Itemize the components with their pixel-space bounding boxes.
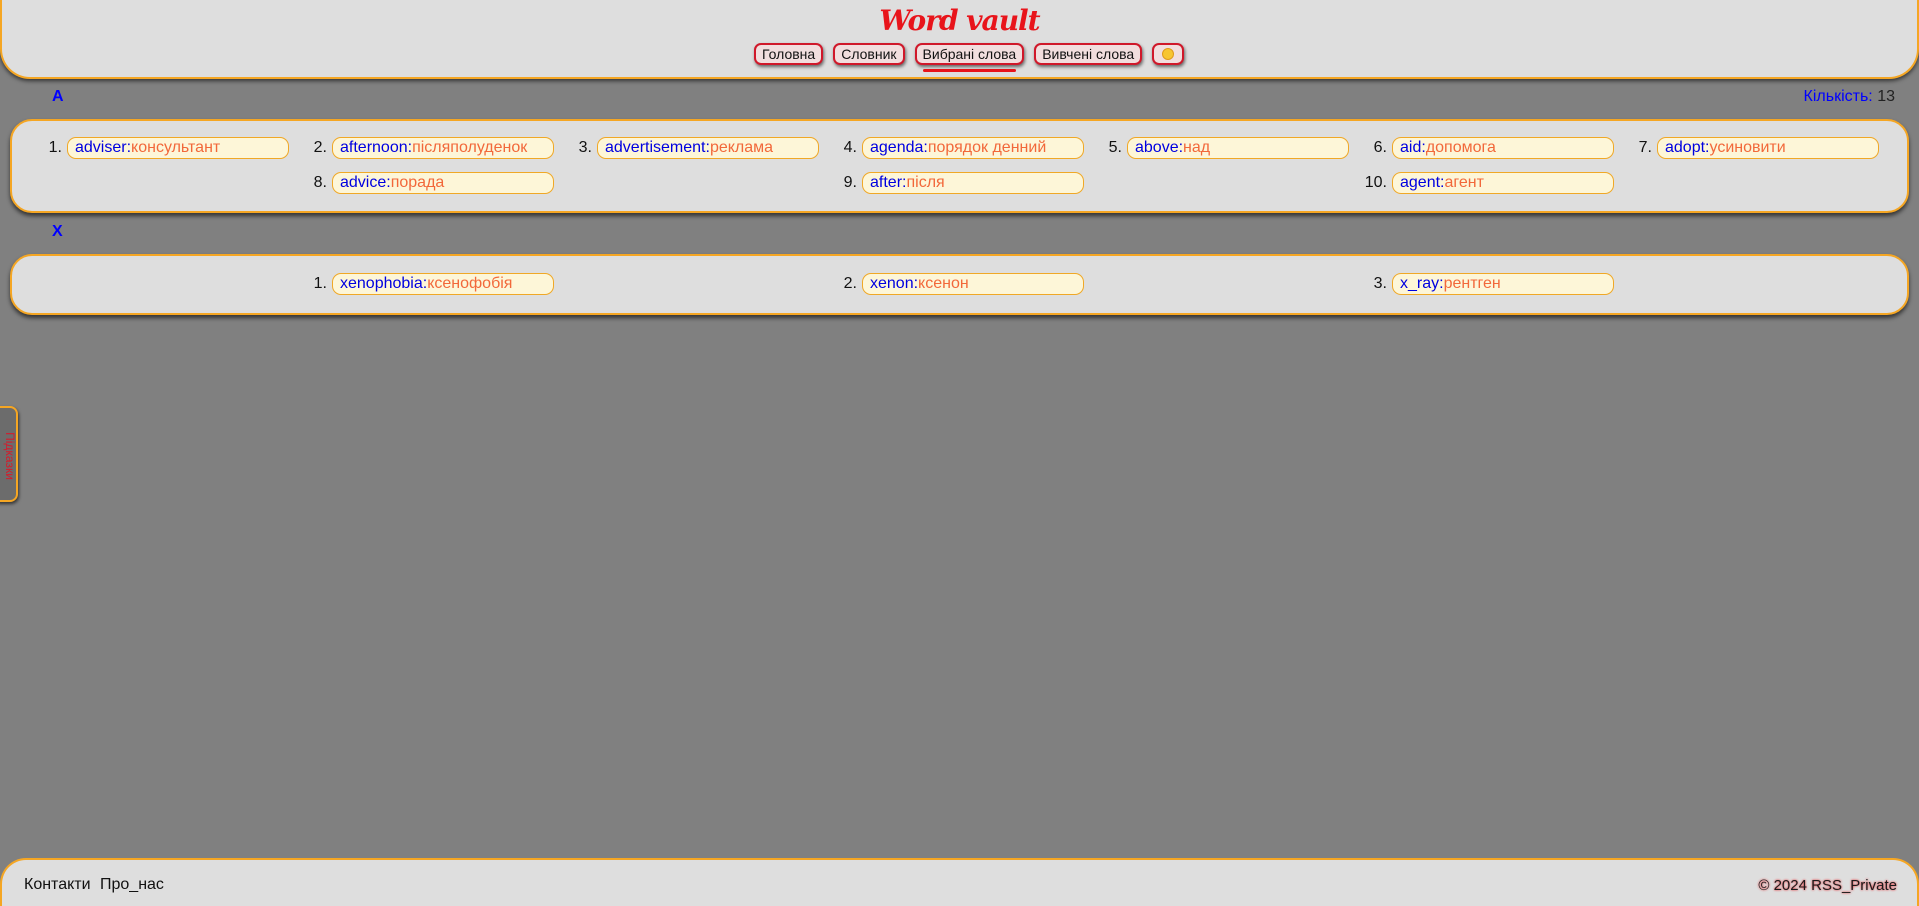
word-number: 1. (313, 275, 327, 292)
word-translation: консультант (131, 139, 221, 156)
logo[interactable]: Word vault (2, 4, 1917, 37)
word-number: 6. (1373, 139, 1387, 156)
footer: Контакти Про_нас © 2024 RSS_Private (0, 858, 1919, 906)
word-english: after (870, 174, 903, 191)
word-number: 8. (313, 174, 327, 191)
word-pill[interactable]: xenophobia:ксенофобія (332, 273, 554, 295)
footer-links: Контакти Про_нас (24, 876, 169, 894)
word-translation: ксенофобія (427, 275, 513, 292)
word-english: agenda (870, 139, 924, 156)
sun-icon (1162, 48, 1175, 60)
word-english: agent (1400, 174, 1441, 191)
word-group-x: 1. xenophobia:ксенофобія 2. xenon:ксенон… (10, 254, 1909, 315)
word-item[interactable]: 1. xenophobia:ксенофобія (297, 273, 554, 295)
word-group-a: 1. adviser:консультант 2. afternoon:післ… (10, 119, 1909, 213)
nav-learned-button[interactable]: Вивчені слова (1034, 43, 1143, 65)
word-english: xenophobia (340, 275, 423, 292)
word-pill[interactable]: above:над (1127, 137, 1349, 159)
word-translation: порядок денний (927, 139, 1047, 156)
word-english: adviser (75, 139, 127, 156)
word-item[interactable]: 1. adviser:консультант (32, 137, 289, 159)
footer-about-link[interactable]: Про_нас (100, 876, 164, 893)
count-value: 13 (1877, 88, 1895, 105)
word-pill[interactable]: aid:допомога (1392, 137, 1614, 159)
word-count: Кількість: 13 (1804, 88, 1895, 106)
word-pill[interactable]: xenon:ксенон (862, 273, 1084, 295)
word-translation: ксенон (918, 275, 969, 292)
nav-dictionary-button[interactable]: Словник (833, 43, 905, 65)
word-number: 5. (1108, 139, 1122, 156)
word-english: aid (1400, 139, 1422, 156)
word-number: 2. (313, 139, 327, 156)
header: Word vault Головна Словник Вибрані слова… (0, 0, 1919, 79)
word-number: 9. (843, 174, 857, 191)
word-english: xenon (870, 275, 914, 292)
nav-favorites-button[interactable]: Вибрані слова (914, 43, 1025, 72)
word-number: 1. (48, 139, 62, 156)
word-pill[interactable]: agenda:порядок денний (862, 137, 1084, 159)
word-translation: усиновити (1709, 139, 1786, 156)
word-number: 3. (1373, 275, 1387, 292)
word-number: 10. (1364, 174, 1387, 191)
word-item[interactable]: 3. advertisement:реклама (562, 137, 819, 159)
group-letter-a: A (52, 88, 64, 105)
word-item[interactable]: 10. agent:агент (1357, 172, 1614, 194)
main-nav: Головна Словник Вибрані слова Вивчені сл… (754, 43, 1194, 72)
word-item[interactable]: 2. afternoon:післяполуденок (297, 137, 554, 159)
word-pill[interactable]: x_ray:рентген (1392, 273, 1614, 295)
word-pill[interactable]: after:після (862, 172, 1084, 194)
word-number: 2. (843, 275, 857, 292)
word-item[interactable]: 8. advice:порада (297, 172, 554, 194)
word-pill[interactable]: adviser:консультант (67, 137, 289, 159)
word-translation: над (1183, 139, 1211, 156)
word-pill[interactable]: afternoon:післяполуденок (332, 137, 554, 159)
word-english: advertisement (605, 139, 706, 156)
word-item[interactable]: 5. above:над (1092, 137, 1349, 159)
word-pill[interactable]: advice:порада (332, 172, 554, 194)
word-number: 3. (578, 139, 592, 156)
word-translation: післяполуденок (412, 139, 528, 156)
word-english: x_ray (1400, 275, 1440, 292)
hints-tab-label: Підказки (3, 432, 17, 480)
word-item[interactable]: 7. adopt:усиновити (1622, 137, 1879, 159)
word-translation: допомога (1425, 139, 1496, 156)
word-english: advice (340, 174, 387, 191)
word-number: 7. (1638, 139, 1652, 156)
word-number: 4. (843, 139, 857, 156)
group-letter-x: X (52, 223, 63, 240)
word-item[interactable]: 2. xenon:ксенон (827, 273, 1084, 295)
word-pill[interactable]: adopt:усиновити (1657, 137, 1879, 159)
word-item[interactable]: 3. x_ray:рентген (1357, 273, 1614, 295)
footer-contacts-link[interactable]: Контакти (24, 876, 91, 893)
word-english: above (1135, 139, 1179, 156)
word-translation: порада (390, 174, 445, 191)
word-english: afternoon (340, 139, 408, 156)
word-translation: агент (1444, 174, 1484, 191)
word-translation: після (906, 174, 945, 191)
word-pill[interactable]: advertisement:реклама (597, 137, 819, 159)
word-pill[interactable]: agent:агент (1392, 172, 1614, 194)
word-translation: реклама (709, 139, 774, 156)
hints-side-tab[interactable]: Підказки (0, 406, 18, 502)
word-item[interactable]: 9. after:після (827, 172, 1084, 194)
word-english: adopt (1665, 139, 1706, 156)
nav-home-button[interactable]: Головна (754, 43, 824, 65)
word-item[interactable]: 6. aid:допомога (1357, 137, 1614, 159)
word-translation: рентген (1443, 275, 1501, 292)
theme-toggle-button[interactable] (1152, 43, 1185, 65)
word-item[interactable]: 4. agenda:порядок денний (827, 137, 1084, 159)
copyright: © 2024 RSS_Private (1758, 877, 1897, 894)
count-label: Кількість: (1803, 88, 1873, 105)
